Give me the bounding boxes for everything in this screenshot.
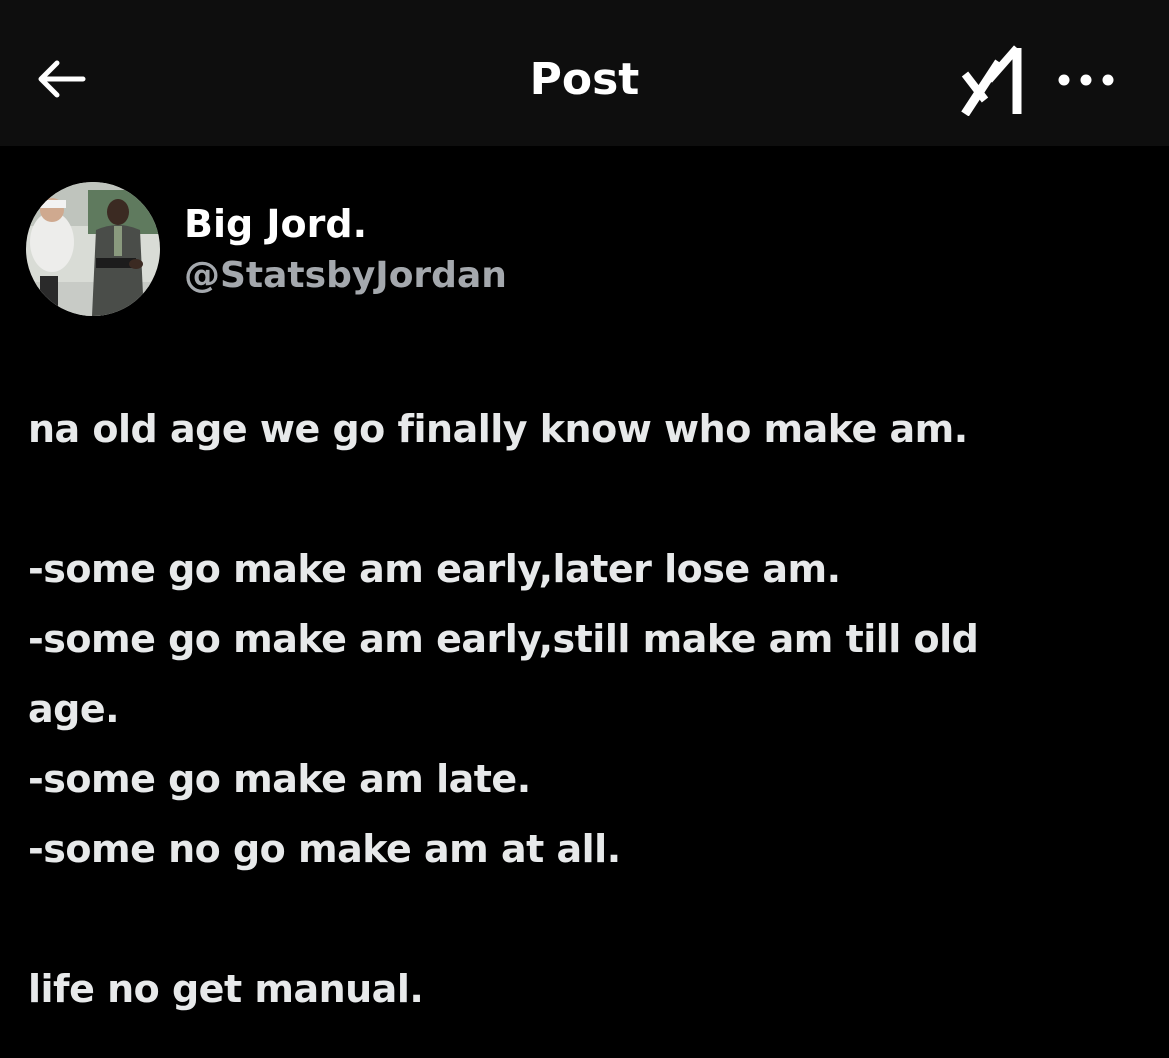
author-handle[interactable]: @StatsbyJordan (184, 252, 507, 300)
grok-button[interactable] (953, 40, 1033, 120)
post-line: life no get manual. (28, 967, 424, 1011)
more-options-button[interactable] (1050, 52, 1122, 108)
avatar-photo-icon (26, 182, 160, 316)
post-line: -some go make am late. (28, 757, 531, 801)
grok-logo-icon (961, 45, 1022, 116)
post-line: -some no go make am at all. (28, 827, 621, 871)
more-horizontal-icon (1058, 74, 1114, 86)
post-line: -some go make am early,still make am til… (28, 617, 979, 661)
post-blank-line (28, 464, 1148, 534)
post-text: na old age we go finally know who make a… (28, 394, 1148, 1024)
post-line: na old age we go finally know who make a… (28, 407, 968, 451)
top-bar: Post (0, 0, 1169, 146)
post-line: age. (28, 687, 120, 731)
back-button[interactable] (28, 48, 94, 110)
post-blank-line (28, 884, 1148, 954)
author-avatar[interactable] (26, 182, 160, 316)
arrow-left-icon (38, 60, 86, 98)
author-name[interactable]: Big Jord. (184, 200, 367, 248)
post-line: -some go make am early,later lose am. (28, 547, 841, 591)
